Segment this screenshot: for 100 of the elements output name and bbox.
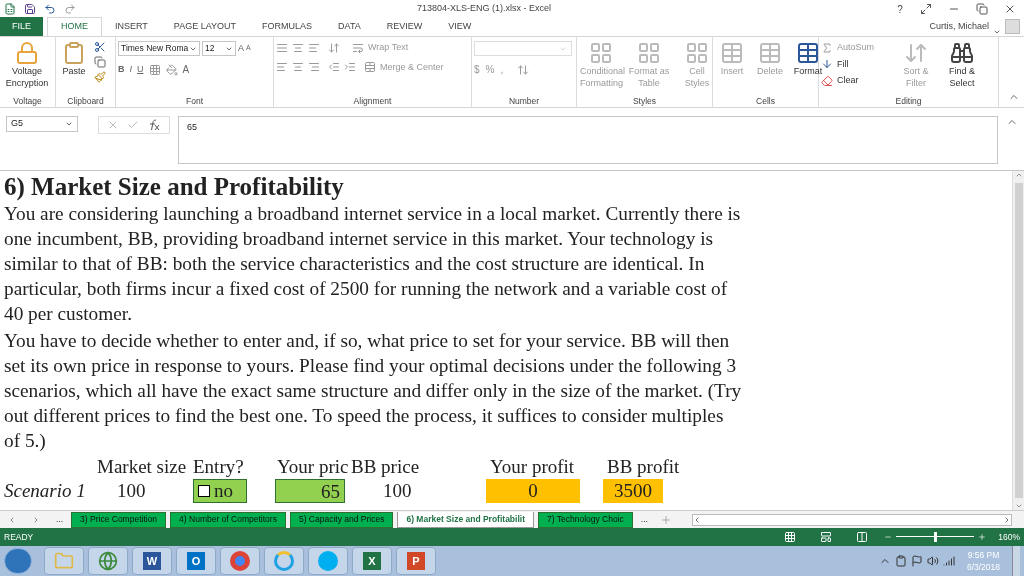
sheet-tab[interactable]: 5) Capacity and Prices — [289, 511, 394, 528]
cancel-icon[interactable] — [107, 119, 119, 131]
ribbon-tab[interactable]: PAGE LAYOUT — [160, 17, 250, 36]
more-tabs-button[interactable]: ... — [640, 513, 648, 526]
price-input-cell[interactable]: 65 — [275, 479, 345, 503]
ribbon-display-icon[interactable] — [920, 3, 932, 15]
name-box[interactable]: G5 — [6, 116, 78, 132]
page-layout-icon[interactable] — [820, 531, 833, 543]
font-style-button[interactable]: B — [118, 62, 125, 77]
ribbon-tab[interactable]: INSERT — [102, 17, 161, 36]
help-button[interactable]: ? — [892, 1, 908, 17]
column-header: Your profit — [489, 455, 576, 479]
formula-field[interactable]: 65 — [178, 116, 998, 164]
font-name-field[interactable]: Times New Roma — [118, 41, 200, 56]
borders-icon[interactable] — [148, 63, 161, 76]
zoom-in-icon[interactable] — [978, 533, 987, 541]
office-app-button[interactable]: O — [176, 547, 216, 575]
font-size-field[interactable]: 12 — [202, 41, 236, 56]
user-account[interactable]: Curtis, Michael — [929, 20, 989, 34]
sheet-heading: 6) Market Size and Profitability — [4, 173, 345, 201]
enter-icon[interactable] — [127, 119, 139, 131]
clear-button[interactable]: Clear — [821, 74, 891, 88]
scroll-down-icon[interactable] — [1014, 502, 1023, 510]
scroll-right-icon[interactable] — [1003, 515, 1011, 524]
align-left-icon[interactable] — [276, 61, 288, 74]
scroll-tabs-right-icon[interactable] — [32, 515, 40, 524]
sheet-tab[interactable]: 3) Price Competition — [71, 511, 167, 528]
group-label: Styles — [631, 95, 658, 107]
grow-font-button[interactable]: A — [238, 41, 244, 56]
ribbon-tab[interactable]: REVIEW — [373, 17, 436, 36]
font-color-button[interactable]: A — [182, 62, 190, 77]
decimal-places-icon[interactable] — [517, 63, 530, 76]
cut-icon[interactable] — [94, 41, 106, 53]
font-style-button[interactable]: I — [129, 62, 132, 77]
office-app-button[interactable]: X — [352, 547, 392, 575]
normal-view-icon[interactable] — [784, 531, 797, 543]
ribbon-tab[interactable]: HOME — [47, 17, 102, 36]
fill-color-icon[interactable] — [165, 63, 178, 76]
horizontal-scrollbar[interactable] — [691, 513, 1012, 526]
decrease-indent-icon[interactable] — [328, 61, 340, 74]
zoom-out-icon[interactable] — [884, 533, 893, 541]
zoom-level[interactable]: 160% — [998, 530, 1020, 544]
ribbon-tab[interactable]: FORMULAS — [249, 17, 326, 36]
column-header: BB profit — [606, 455, 681, 479]
clipboard-icon — [62, 41, 86, 65]
sheet-tab[interactable]: 7) Technology Choic — [538, 511, 633, 528]
top-align-icon[interactable] — [276, 41, 288, 54]
round-logo-icon — [318, 551, 338, 571]
more-tabs-button[interactable]: ... — [56, 513, 64, 526]
office-app-button[interactable]: P — [396, 547, 436, 575]
browser-button[interactable] — [264, 547, 304, 575]
scroll-tabs-left-icon[interactable] — [8, 515, 16, 524]
close-icon[interactable] — [1004, 3, 1016, 15]
middle-align-icon[interactable] — [292, 41, 304, 54]
ring-logo-icon — [274, 551, 294, 571]
chrome-button[interactable] — [220, 547, 260, 575]
start-button[interactable] — [4, 548, 32, 574]
group-label: Cells — [755, 95, 776, 107]
copy-icon[interactable] — [94, 56, 106, 68]
cells-icon — [758, 41, 782, 65]
redo-icon[interactable] — [64, 3, 76, 15]
paste-button[interactable]: Paste — [58, 41, 90, 77]
skype-button[interactable] — [308, 547, 348, 575]
align-right-icon[interactable] — [308, 61, 320, 74]
save-icon[interactable] — [24, 3, 36, 15]
scroll-up-icon[interactable] — [1014, 171, 1023, 179]
zoom-slider[interactable] — [896, 532, 975, 542]
show-desktop-button[interactable] — [1012, 546, 1020, 576]
orientation-icon[interactable] — [328, 41, 340, 54]
editing-button[interactable]: Find & Select — [941, 41, 983, 89]
checkbox[interactable] — [198, 485, 210, 497]
office-app-button[interactable]: W — [132, 547, 172, 575]
format-painter-icon[interactable] — [94, 71, 106, 83]
font-style-button[interactable]: U — [137, 62, 144, 77]
zoom-thumb[interactable] — [934, 532, 938, 542]
ribbon-tab[interactable]: DATA — [325, 17, 374, 36]
volume-icon[interactable] — [926, 555, 939, 567]
restore-icon[interactable] — [976, 3, 988, 15]
sheet-tab[interactable]: 6) Market Size and Profitabilit — [397, 511, 534, 528]
table-style-icon — [685, 41, 709, 65]
function-icon[interactable] — [147, 119, 161, 131]
new-sheet-icon[interactable] — [659, 513, 672, 526]
group-label: Font — [185, 95, 204, 107]
vertical-scrollbar[interactable] — [1012, 171, 1024, 510]
undo-icon[interactable] — [44, 3, 56, 15]
bottom-align-icon[interactable] — [308, 41, 320, 54]
tray-device-icon[interactable] — [894, 555, 907, 567]
page-break-icon[interactable] — [856, 531, 869, 543]
ribbon-tab[interactable]: VIEW — [435, 17, 485, 36]
voltage-encryption-button[interactable]: Voltage Encryption — [2, 41, 52, 89]
file-tab[interactable]: FILE — [0, 17, 43, 36]
sheet-tab[interactable]: 4) Number of Competitors — [170, 511, 286, 528]
number-format-field[interactable] — [474, 41, 572, 56]
globe-app-button[interactable] — [88, 547, 128, 575]
increase-indent-icon[interactable] — [344, 61, 356, 74]
entry-checkbox-cell[interactable]: no — [193, 479, 247, 503]
group-label: Alignment — [352, 95, 393, 107]
file-explorer-button[interactable] — [44, 547, 84, 575]
align-center-icon[interactable] — [292, 61, 304, 74]
flag-icon[interactable] — [910, 555, 923, 567]
